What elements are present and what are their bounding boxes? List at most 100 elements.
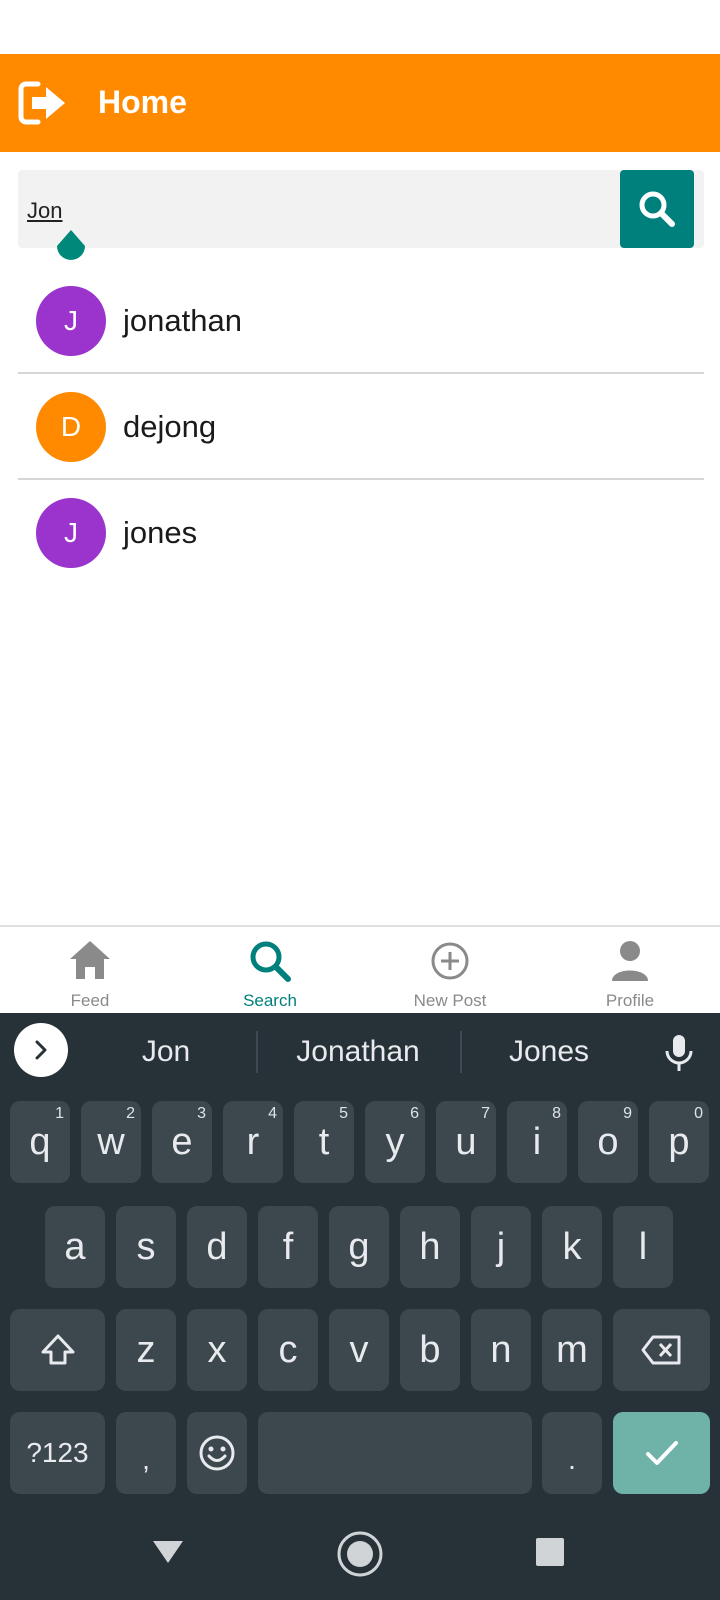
back-icon[interactable] <box>150 1533 186 1569</box>
key-hint: 8 <box>552 1105 561 1122</box>
list-item[interactable]: J jonathan <box>18 268 704 374</box>
key-g[interactable]: g <box>329 1206 389 1288</box>
key-y[interactable]: y6 <box>365 1101 425 1183</box>
suggestion[interactable]: Jones <box>464 1033 634 1071</box>
avatar: J <box>36 286 106 356</box>
key-hint: 9 <box>623 1105 632 1122</box>
key-z[interactable]: z <box>116 1309 176 1391</box>
key-label: u <box>455 1120 477 1163</box>
key-label: o <box>597 1120 619 1163</box>
username: jones <box>123 515 198 550</box>
key-label: r <box>246 1120 260 1163</box>
comma-key[interactable]: , <box>116 1412 176 1494</box>
key-hint: 6 <box>410 1105 419 1122</box>
key-hint: 0 <box>694 1105 703 1122</box>
suggestion[interactable]: Jonathan <box>260 1033 456 1071</box>
key-x[interactable]: x <box>187 1309 247 1391</box>
app-bar: Home <box>0 54 720 152</box>
key-a[interactable]: a <box>45 1206 105 1288</box>
logout-icon[interactable] <box>18 80 68 126</box>
key-p[interactable]: p0 <box>649 1101 709 1183</box>
key-u[interactable]: u7 <box>436 1101 496 1183</box>
divider <box>460 1031 462 1073</box>
key-hint: 5 <box>339 1105 348 1122</box>
key-label: q <box>29 1120 51 1163</box>
key-hint: 3 <box>197 1105 206 1122</box>
key-label: e <box>171 1120 193 1163</box>
backspace-icon <box>641 1335 680 1365</box>
key-l[interactable]: l <box>613 1206 673 1288</box>
key-v[interactable]: v <box>329 1309 389 1391</box>
key-t[interactable]: t5 <box>294 1101 354 1183</box>
nav-feed-label: Feed <box>70 991 110 1010</box>
shift-icon <box>41 1334 74 1365</box>
key-n[interactable]: n <box>471 1309 531 1391</box>
home-button-icon[interactable] <box>336 1530 384 1578</box>
recents-icon[interactable] <box>536 1538 564 1566</box>
key-hint: 7 <box>481 1105 490 1122</box>
list-item[interactable]: D dejong <box>18 374 704 480</box>
nav-profile-label: Profile <box>605 991 655 1010</box>
nav-search-label: Search <box>243 991 297 1010</box>
emoji-key[interactable] <box>187 1412 247 1494</box>
nav-feed[interactable]: Feed <box>0 927 180 1015</box>
nav-new-post[interactable]: New Post <box>360 927 540 1015</box>
key-w[interactable]: w2 <box>81 1101 141 1183</box>
key-k[interactable]: k <box>542 1206 602 1288</box>
key-label: p <box>668 1120 690 1163</box>
username: jonathan <box>123 303 242 338</box>
system-navigation-bar <box>0 1513 720 1600</box>
space-key[interactable] <box>258 1412 532 1494</box>
divider <box>256 1031 258 1073</box>
microphone-icon[interactable] <box>652 1029 706 1077</box>
key-j[interactable]: j <box>471 1206 531 1288</box>
add-circle-icon <box>426 937 474 985</box>
key-r[interactable]: r4 <box>223 1101 283 1183</box>
key-d[interactable]: d <box>187 1206 247 1288</box>
key-label: w <box>97 1120 125 1163</box>
key-o[interactable]: o9 <box>578 1101 638 1183</box>
backspace-key[interactable] <box>613 1309 710 1391</box>
avatar: D <box>36 392 106 462</box>
home-icon <box>66 937 114 985</box>
key-f[interactable]: f <box>258 1206 318 1288</box>
search-button[interactable] <box>620 170 694 248</box>
key-q[interactable]: q1 <box>10 1101 70 1183</box>
suggestion[interactable]: Jon <box>86 1033 246 1071</box>
key-hint: 1 <box>55 1105 64 1122</box>
key-i[interactable]: i8 <box>507 1101 567 1183</box>
key-c[interactable]: c <box>258 1309 318 1391</box>
emoji-icon <box>199 1435 235 1471</box>
key-label: , <box>142 1444 150 1475</box>
enter-key[interactable] <box>613 1412 710 1494</box>
key-label: . <box>568 1444 576 1475</box>
username: dejong <box>123 409 217 444</box>
check-icon <box>645 1441 678 1465</box>
period-key[interactable]: . <box>542 1412 602 1494</box>
symbols-key[interactable]: ?123 <box>10 1412 105 1494</box>
search-input-value: Jon <box>27 198 63 223</box>
nav-new-post-label: New Post <box>413 991 487 1010</box>
key-hint: 4 <box>268 1105 277 1122</box>
nav-profile[interactable]: Profile <box>540 927 720 1015</box>
key-e[interactable]: e3 <box>152 1101 212 1183</box>
search-icon <box>639 191 675 227</box>
page-title: Home <box>98 84 187 120</box>
key-label: i <box>532 1120 542 1163</box>
list-item[interactable]: J jones <box>18 480 704 586</box>
text-cursor-handle[interactable] <box>53 228 89 268</box>
shift-key[interactable] <box>10 1309 105 1391</box>
key-s[interactable]: s <box>116 1206 176 1288</box>
key-hint: 2 <box>126 1105 135 1122</box>
key-b[interactable]: b <box>400 1309 460 1391</box>
search-input[interactable]: Jon <box>18 170 704 248</box>
chevron-right-icon[interactable] <box>14 1023 68 1077</box>
key-m[interactable]: m <box>542 1309 602 1391</box>
nav-search[interactable]: Search <box>180 927 360 1015</box>
key-label: y <box>385 1120 405 1163</box>
key-h[interactable]: h <box>400 1206 460 1288</box>
key-label: t <box>318 1120 330 1163</box>
person-icon <box>606 937 654 985</box>
search-icon <box>246 937 294 985</box>
soft-keyboard: Jon Jonathan Jones q1 w2 e3 r4 t5 y6 u7 … <box>0 1013 720 1600</box>
